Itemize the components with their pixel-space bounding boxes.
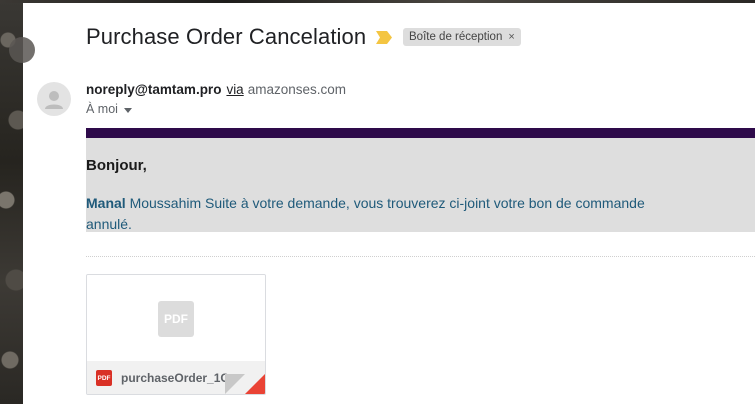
recipient-dropdown[interactable]: À moi [86,102,132,116]
message-text: Manal Moussahim Suite à votre demande, v… [86,193,666,235]
email-header-bar [86,128,755,138]
via-domain: amazonses.com [247,82,346,97]
caret-down-icon[interactable] [123,107,132,113]
attachment-card[interactable]: PDF PDF purchaseOrder_1C... [86,274,266,395]
email-body: Bonjour, Manal Moussahim Suite à votre d… [86,138,755,232]
greeting-text: Bonjour, [86,157,147,174]
pdf-icon: PDF [158,301,194,337]
email-subject: Purchase Order Cancelation [86,24,367,49]
attachment-footer[interactable]: PDF purchaseOrder_1C... [87,361,265,394]
inbox-label-chip[interactable]: Boîte de réception × [403,28,521,46]
sender-avatar[interactable] [37,82,71,116]
message-body: Moussahim Suite à votre demande, vous tr… [86,195,645,232]
attachment-filename: purchaseOrder_1C... [121,371,236,385]
sender-line: noreply@tamtam.pro via amazonses.com [86,82,346,97]
email-view: Purchase Order Cancelation Boîte de réce… [9,3,755,404]
important-marker-icon[interactable] [376,31,392,44]
corner-shade [225,374,245,394]
back-nav-button[interactable] [9,37,35,63]
close-icon[interactable]: × [508,31,514,43]
sender-email[interactable]: noreply@tamtam.pro [86,82,221,97]
attachment-preview[interactable]: PDF [87,275,265,361]
via-link[interactable]: via [226,82,243,97]
attachments-divider [86,256,755,257]
pdf-file-icon: PDF [96,370,112,386]
label-chip-text: Boîte de réception [409,31,503,43]
corner-fold [245,374,265,394]
person-icon [45,91,63,109]
recipient-name: Manal [86,195,126,211]
recipient-label: À moi [86,102,118,116]
